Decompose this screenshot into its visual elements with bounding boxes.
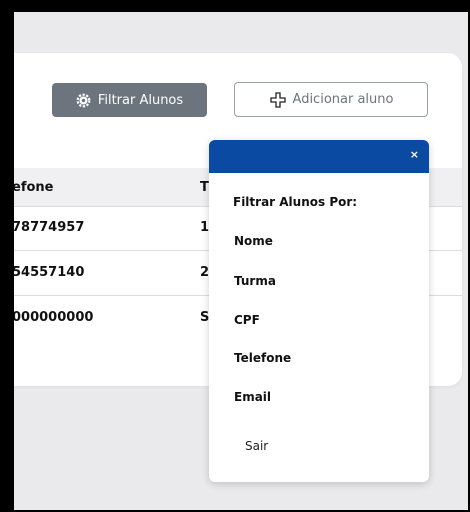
filter-students-label: Filtrar Alunos <box>97 92 184 108</box>
add-student-label: Adicionar aluno <box>292 92 394 107</box>
filter-option-email[interactable]: Email <box>234 390 271 404</box>
table-cell-telefone: 54557140 <box>14 265 85 280</box>
filter-popup: × Filtrar Alunos Por: Nome Turma CPF Tel… <box>209 140 429 482</box>
table-cell-turma: S <box>200 310 210 325</box>
plus-icon <box>269 91 286 108</box>
column-header-turma: T <box>200 180 209 195</box>
table-cell-telefone: 000000000 <box>14 310 94 325</box>
exit-button[interactable]: Sair <box>245 439 268 453</box>
filter-option-nome[interactable]: Nome <box>234 234 273 248</box>
add-student-button[interactable]: Adicionar aluno <box>234 82 428 117</box>
column-header-telefone: efone <box>14 180 54 195</box>
gear-icon <box>76 93 91 107</box>
filter-popup-title: Filtrar Alunos Por: <box>233 195 358 209</box>
table-cell-turma: 2 <box>200 265 210 280</box>
close-icon[interactable]: × <box>410 148 419 161</box>
filter-option-turma[interactable]: Turma <box>234 274 276 288</box>
filter-option-telefone[interactable]: Telefone <box>234 351 291 365</box>
filter-option-cpf[interactable]: CPF <box>234 313 260 327</box>
filter-popup-header: × <box>209 140 429 173</box>
table-cell-telefone: 78774957 <box>14 220 85 235</box>
filter-students-button[interactable]: Filtrar Alunos <box>52 83 207 117</box>
app-viewport: Filtrar Alunos Adicionar aluno efone T 7… <box>14 12 468 510</box>
